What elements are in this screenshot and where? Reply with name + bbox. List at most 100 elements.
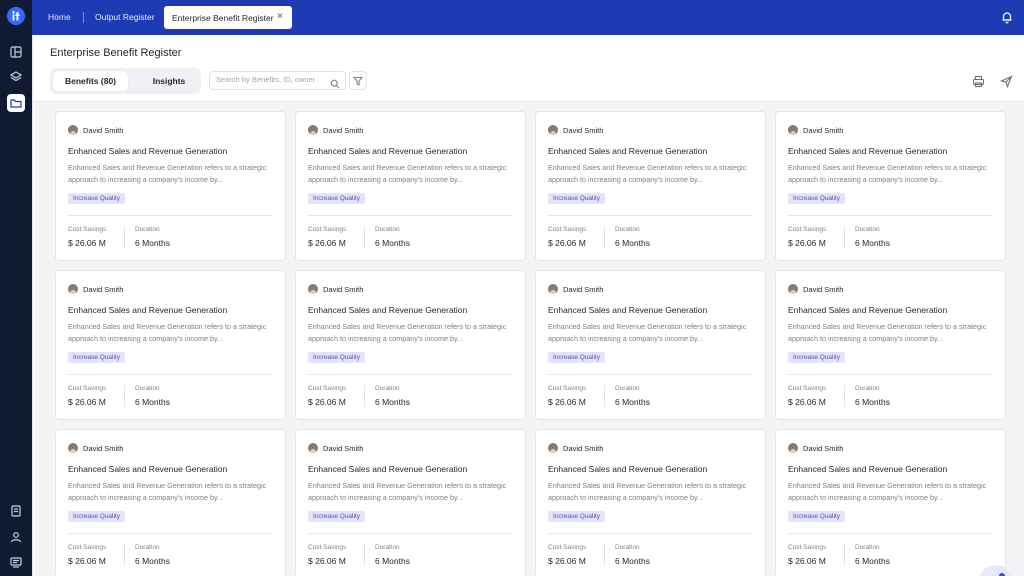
duration-value: 6 Months xyxy=(135,238,170,248)
owner-name: David Smith xyxy=(83,126,124,135)
benefit-description: Enhanced Sales and Revenue Generation re… xyxy=(308,163,507,184)
duration-label: Duration xyxy=(375,544,400,551)
avatar xyxy=(548,443,558,453)
filter-icon[interactable] xyxy=(349,71,367,90)
card-divider xyxy=(788,215,993,216)
breadcrumb-output-register[interactable]: Output Register xyxy=(95,12,155,22)
folder-icon[interactable] xyxy=(7,94,25,112)
dashboard-icon[interactable] xyxy=(8,44,24,60)
benefit-description: Enhanced Sales and Revenue Generation re… xyxy=(788,163,987,184)
avatar xyxy=(788,125,798,135)
benefit-title[interactable]: Enhanced Sales and Revenue Generation xyxy=(548,464,707,474)
card-divider xyxy=(548,533,753,534)
tab-enterprise-benefit-register[interactable]: Enterprise Benefit Register × xyxy=(164,6,292,29)
cost-savings-value: $ 26.06 M xyxy=(308,238,346,248)
cost-savings-label: Cost Savings xyxy=(548,226,587,233)
benefit-title[interactable]: Enhanced Sales and Revenue Generation xyxy=(548,146,707,156)
benefit-card[interactable]: David Smith Enhanced Sales and Revenue Ge… xyxy=(295,270,526,420)
benefit-title[interactable]: Enhanced Sales and Revenue Generation xyxy=(788,305,947,315)
user-icon[interactable] xyxy=(8,529,24,545)
bell-icon[interactable] xyxy=(1000,10,1014,24)
duration-value: 6 Months xyxy=(615,397,650,407)
close-icon[interactable]: × xyxy=(277,12,283,22)
duration-label: Duration xyxy=(615,385,640,392)
benefit-card[interactable]: David Smith Enhanced Sales and Revenue Ge… xyxy=(775,111,1006,261)
duration-label: Duration xyxy=(855,226,880,233)
cost-savings-label: Cost Savings xyxy=(308,226,347,233)
avatar xyxy=(548,284,558,294)
benefit-description: Enhanced Sales and Revenue Generation re… xyxy=(548,322,747,343)
benefit-card[interactable]: David Smith Enhanced Sales and Revenue Ge… xyxy=(55,429,286,576)
cost-savings-label: Cost Savings xyxy=(548,385,587,392)
metric-divider xyxy=(604,385,605,407)
owner-name: David Smith xyxy=(563,285,604,294)
cost-savings-label: Cost Savings xyxy=(308,544,347,551)
card-divider xyxy=(308,215,513,216)
top-bar: Home Output Register Enterprise Benefit … xyxy=(32,0,1024,35)
duration-label: Duration xyxy=(615,226,640,233)
tab-benefits[interactable]: Benefits (80) xyxy=(53,71,128,91)
benefit-card[interactable]: David Smith Enhanced Sales and Revenue Ge… xyxy=(775,270,1006,420)
benefit-title[interactable]: Enhanced Sales and Revenue Generation xyxy=(548,305,707,315)
cost-savings-value: $ 26.06 M xyxy=(308,556,346,566)
owner-name: David Smith xyxy=(323,126,364,135)
avatar xyxy=(548,125,558,135)
metric-divider xyxy=(844,385,845,407)
duration-value: 6 Months xyxy=(375,238,410,248)
cost-savings-value: $ 26.06 M xyxy=(548,556,586,566)
avatar xyxy=(308,443,318,453)
owner-name: David Smith xyxy=(803,444,844,453)
benefit-title[interactable]: Enhanced Sales and Revenue Generation xyxy=(68,464,227,474)
breadcrumb-separator xyxy=(83,12,84,23)
view-tabs: Benefits (80) Insights xyxy=(50,68,201,94)
print-icon[interactable] xyxy=(972,75,985,88)
category-tag: Increase Quality xyxy=(788,511,845,522)
send-icon[interactable] xyxy=(999,75,1013,89)
benefit-title[interactable]: Enhanced Sales and Revenue Generation xyxy=(68,146,227,156)
cost-savings-value: $ 26.06 M xyxy=(788,556,826,566)
owner-name: David Smith xyxy=(83,285,124,294)
benefit-card[interactable]: David Smith Enhanced Sales and Revenue Ge… xyxy=(295,429,526,576)
metric-divider xyxy=(124,544,125,566)
benefit-title[interactable]: Enhanced Sales and Revenue Generation xyxy=(68,305,227,315)
benefit-card[interactable]: David Smith Enhanced Sales and Revenue Ge… xyxy=(55,270,286,420)
layers-icon[interactable] xyxy=(8,69,24,85)
cost-savings-value: $ 26.06 M xyxy=(788,397,826,407)
category-tag: Increase Quality xyxy=(548,352,605,363)
search-icon[interactable] xyxy=(330,76,340,94)
benefit-card[interactable]: David Smith Enhanced Sales and Revenue Ge… xyxy=(535,270,766,420)
card-divider xyxy=(68,215,273,216)
search-input[interactable] xyxy=(216,75,324,84)
cost-savings-label: Cost Savings xyxy=(68,385,107,392)
assistant-bot-icon[interactable] xyxy=(978,565,1014,576)
category-tag: Increase Quality xyxy=(788,193,845,204)
owner-name: David Smith xyxy=(323,285,364,294)
left-rail xyxy=(0,0,32,576)
support-icon[interactable] xyxy=(8,554,24,570)
duration-value: 6 Months xyxy=(375,397,410,407)
logo-icon[interactable] xyxy=(7,7,25,25)
benefit-description: Enhanced Sales and Revenue Generation re… xyxy=(548,163,747,184)
duration-label: Duration xyxy=(135,544,160,551)
avatar xyxy=(308,125,318,135)
benefit-card[interactable]: David Smith Enhanced Sales and Revenue Ge… xyxy=(775,429,1006,576)
duration-value: 6 Months xyxy=(855,397,890,407)
benefit-card[interactable]: David Smith Enhanced Sales and Revenue Ge… xyxy=(55,111,286,261)
benefit-card[interactable]: David Smith Enhanced Sales and Revenue Ge… xyxy=(535,429,766,576)
breadcrumb-home[interactable]: Home xyxy=(48,12,71,22)
benefit-card[interactable]: David Smith Enhanced Sales and Revenue Ge… xyxy=(295,111,526,261)
card-divider xyxy=(788,374,993,375)
benefit-title[interactable]: Enhanced Sales and Revenue Generation xyxy=(308,464,467,474)
card-divider xyxy=(788,533,993,534)
benefit-card[interactable]: David Smith Enhanced Sales and Revenue Ge… xyxy=(535,111,766,261)
benefit-description: Enhanced Sales and Revenue Generation re… xyxy=(308,481,507,502)
owner-name: David Smith xyxy=(83,444,124,453)
owner-name: David Smith xyxy=(323,444,364,453)
document-icon[interactable] xyxy=(8,503,24,519)
card-divider xyxy=(308,533,513,534)
benefit-title[interactable]: Enhanced Sales and Revenue Generation xyxy=(788,146,947,156)
benefit-title[interactable]: Enhanced Sales and Revenue Generation xyxy=(308,146,467,156)
benefit-title[interactable]: Enhanced Sales and Revenue Generation xyxy=(788,464,947,474)
benefit-title[interactable]: Enhanced Sales and Revenue Generation xyxy=(308,305,467,315)
tab-insights[interactable]: Insights xyxy=(144,71,194,91)
